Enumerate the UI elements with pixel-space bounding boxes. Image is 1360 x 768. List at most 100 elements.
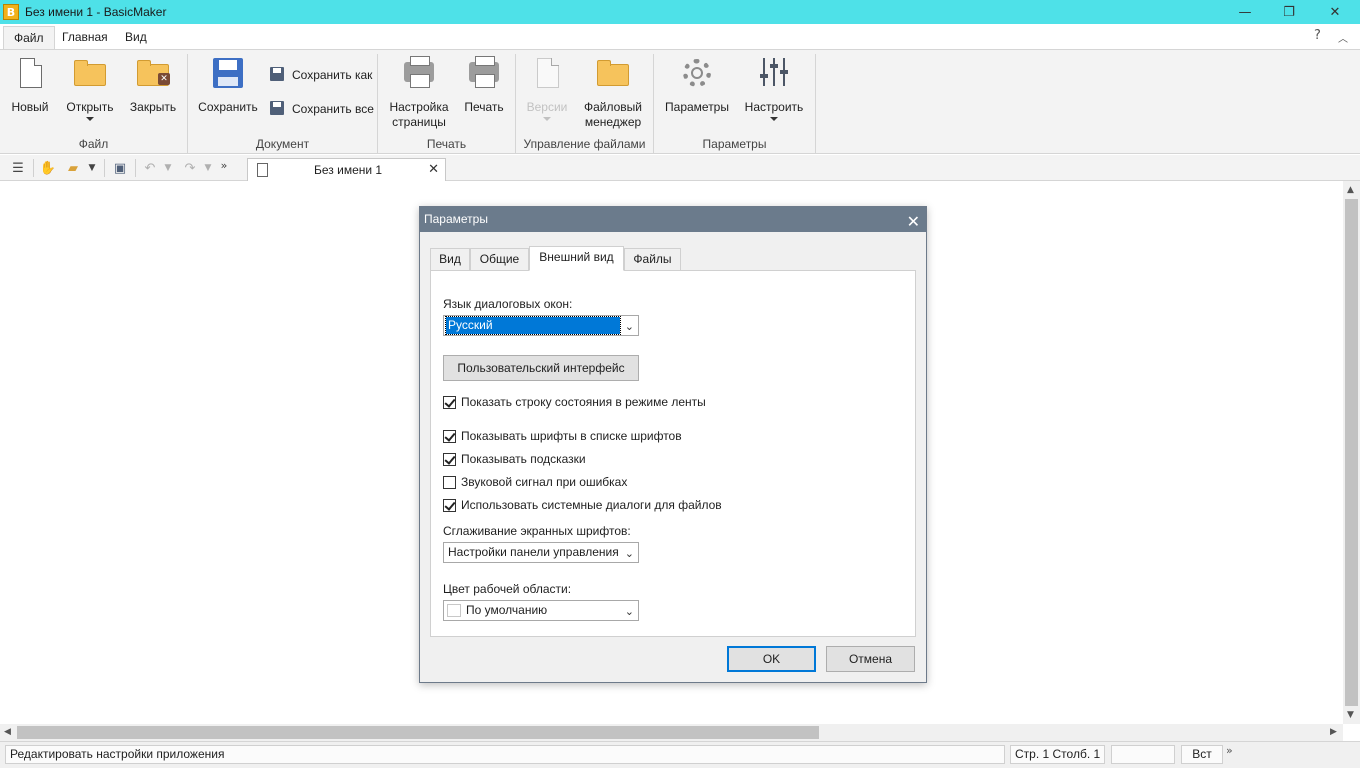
checkbox-error-beep-box[interactable] [443,475,456,489]
user-interface-button[interactable]: Пользовательский интерфейс [443,355,639,381]
open-dropdown-icon[interactable] [86,117,94,121]
open-label: Открыть [66,100,114,114]
checkbox-status-bar[interactable]: Показать строку состояния в режиме ленты [443,395,706,409]
close-window-button[interactable]: ✕ [1312,0,1358,24]
dialog-close-icon[interactable]: ✕ [907,209,920,234]
menu-tab-file[interactable]: Файл [3,26,55,50]
save-as-button[interactable]: Сохранить как [270,67,372,83]
print-button[interactable]: Печать [458,54,510,115]
ribbon-group-print: Настройка страницы Печать Печать [378,54,516,154]
checkbox-status-bar-label: Показать строку состояния в режиме ленты [461,395,706,409]
dialog-title: Параметры [424,212,488,226]
scroll-down-arrow-icon[interactable]: ▼ [1347,710,1354,720]
checkbox-system-dialogs[interactable]: Использовать системные диалоги для файло… [443,498,722,512]
checkbox-show-tooltips[interactable]: Показывать подсказки [443,452,586,466]
ribbon-group-settings-label: Параметры [702,137,767,151]
dialog-tab-appearance[interactable]: Внешний вид [529,246,624,271]
app-icon: B [3,4,19,20]
status-bar: Редактировать настройки приложения Стр. … [0,741,1360,768]
smoothing-select[interactable]: Настройки панели управления ⌄ [443,542,639,563]
redo-dropdown-icon[interactable]: ▼ [202,159,214,177]
close-button[interactable]: ✕ Закрыть [126,54,180,115]
menu-tabs: Файл Главная Вид ? ︿ [0,24,1360,50]
menu-tab-home[interactable]: Главная [52,26,118,50]
cancel-button[interactable]: Отмена [826,646,915,672]
checkbox-show-tooltips-box[interactable] [443,452,456,466]
smoothing-value: Настройки панели управления [448,545,619,559]
minimize-button[interactable]: — [1222,0,1268,24]
toolbar-separator [104,159,105,177]
new-button[interactable]: Новый [8,54,52,115]
undo-icon[interactable]: ↶ [141,159,159,177]
checkbox-system-dialogs-box[interactable] [443,498,456,512]
document-tab[interactable]: Без имени 1 ✕ [247,158,446,182]
smoothing-label: Сглаживание экранных шрифтов: [443,524,631,538]
open-button[interactable]: Открыть [62,54,118,121]
ok-button[interactable]: OK [727,646,816,672]
checkbox-show-fonts[interactable]: Показывать шрифты в списке шрифтов [443,429,682,443]
ribbon: Новый Открыть ✕ Закрыть Файл Сохранить С… [0,49,1360,154]
scroll-left-arrow-icon[interactable]: ◀ [4,727,11,737]
versions-button[interactable]: Версии [522,54,572,121]
workspace-color-select[interactable]: По умолчанию ⌄ [443,600,639,621]
language-label: Язык диалоговых окон: [443,297,573,311]
close-folder-icon: ✕ [137,60,170,86]
status-overflow-icon[interactable]: » [1226,744,1233,757]
file-manager-button[interactable]: Файловый менеджер [580,54,646,130]
save-small-icon[interactable]: ▣ [110,159,130,177]
undo-dropdown-icon[interactable]: ▼ [162,159,174,177]
quick-access-toolbar: ☰ ✋ ▰ ▼ ▣ ↶ ▼ ↷ ▼ » [0,155,1360,181]
horizontal-scrollbar-thumb[interactable] [17,726,819,739]
chevron-down-icon: ⌄ [624,547,634,560]
dialog-tab-general[interactable]: Общие [470,248,529,271]
maximize-button[interactable]: ❐ [1266,0,1312,24]
scroll-up-arrow-icon[interactable]: ▲ [1347,185,1354,195]
help-icon[interactable]: ? [1314,28,1321,43]
vertical-scrollbar-thumb[interactable] [1345,199,1358,706]
versions-dropdown-icon[interactable] [543,117,551,121]
color-swatch [447,604,461,617]
gear-icon [683,59,711,87]
toolbar-separator [33,159,34,177]
redo-icon[interactable]: ↷ [181,159,199,177]
ribbon-group-file: Новый Открыть ✕ Закрыть Файл [0,54,188,154]
toolbar-overflow-icon[interactable]: » [218,156,230,174]
save-button[interactable]: Сохранить [196,54,260,115]
scroll-right-arrow-icon[interactable]: ▶ [1330,727,1337,737]
save-label: Сохранить [198,100,258,114]
checkbox-show-fonts-box[interactable] [443,429,456,443]
chevron-down-icon: ⌄ [624,320,634,333]
dialog-tab-files[interactable]: Файлы [624,248,681,271]
save-all-label: Сохранить все [292,102,374,116]
page-setup-button[interactable]: Настройка страницы [384,54,454,130]
printer-icon [469,56,499,88]
dialog-title-bar: Параметры ✕ [420,207,926,232]
customize-button[interactable]: Настроить [740,54,808,121]
status-insert-mode[interactable]: Вст [1181,745,1223,764]
ribbon-group-file-management: Версии Файловый менеджер Управление файл… [516,54,654,154]
customize-dropdown-icon[interactable] [770,117,778,121]
dialog-tab-view[interactable]: Вид [430,248,470,271]
checkbox-error-beep[interactable]: Звуковой сигнал при ошибках [443,475,627,489]
save-all-button[interactable]: Сохранить все [270,101,374,117]
page-setup-label-1: Настройка [389,100,449,114]
language-select[interactable]: Русский ⌄ [443,315,639,336]
document-tab-close-icon[interactable]: ✕ [428,162,439,177]
ribbon-collapse-icon[interactable]: ︿ [1338,30,1348,45]
page-setup-label-2: страницы [392,115,446,129]
open-folder-small-icon[interactable]: ▰ [62,159,84,177]
workspace-color-label: Цвет рабочей области: [443,582,572,596]
checkbox-status-bar-box[interactable] [443,395,456,409]
close-label: Закрыть [129,100,177,114]
menu-tab-view[interactable]: Вид [115,26,157,50]
checkbox-show-tooltips-label: Показывать подсказки [461,452,586,466]
window-title: Без имени 1 - BasicMaker [25,5,167,19]
hamburger-menu-icon[interactable]: ☰ [9,159,27,177]
print-label: Печать [464,100,504,114]
ribbon-group-settings: Параметры Настроить Параметры [654,54,816,154]
hand-icon[interactable]: ✋ [39,159,57,177]
versions-label: Версии [526,100,568,114]
options-button[interactable]: Параметры [662,54,732,115]
page-setup-icon [404,56,434,88]
open-dropdown-small-icon[interactable]: ▼ [86,159,98,177]
